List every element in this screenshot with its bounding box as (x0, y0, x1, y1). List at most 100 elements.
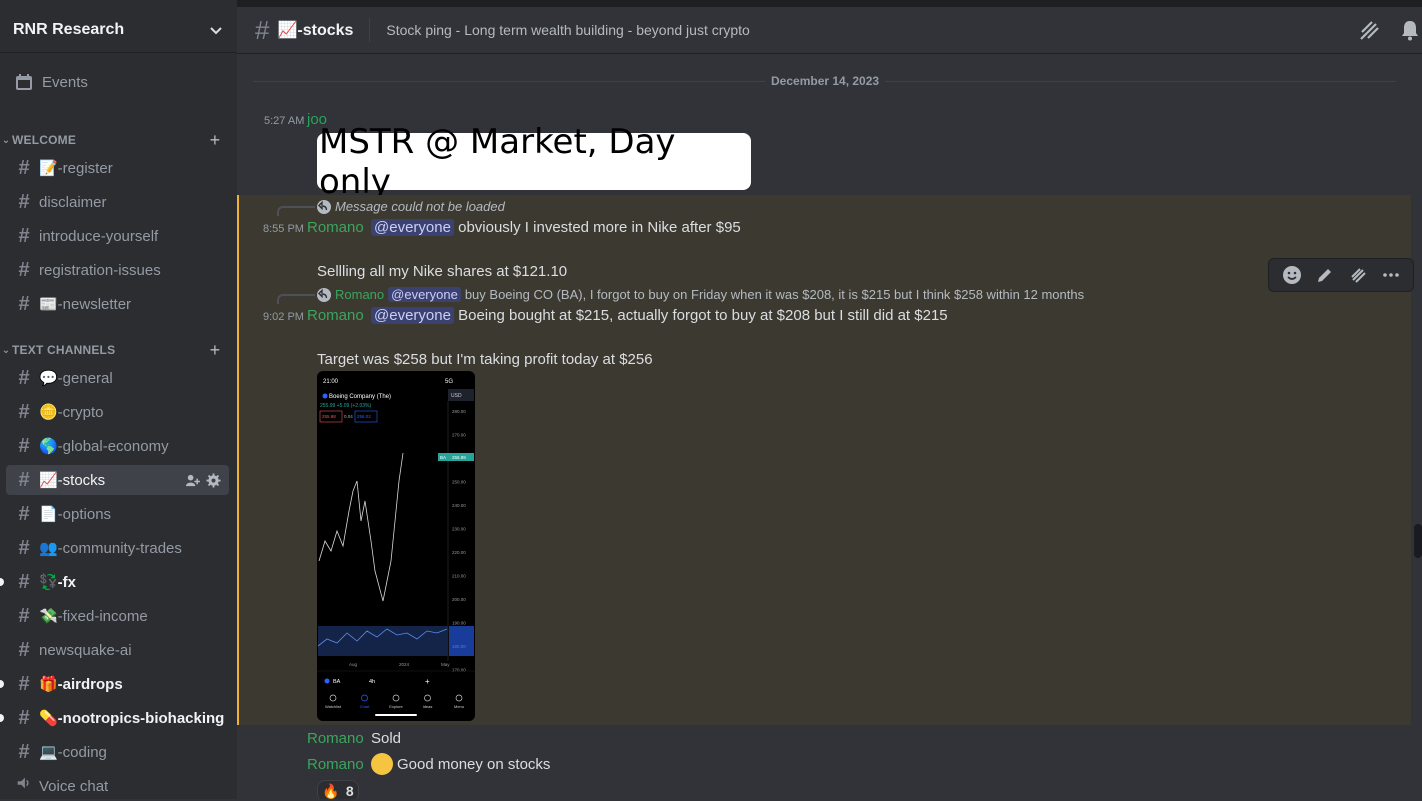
timestamp: 9:02 PM (263, 311, 304, 323)
price-tick-label: 210.00 (452, 574, 466, 579)
author-name[interactable]: Romano (307, 219, 364, 236)
channel-label: 📰-newsletter (39, 296, 132, 313)
scrollbar[interactable] (1414, 524, 1422, 558)
threads-icon[interactable] (1358, 18, 1382, 42)
hash-icon: # (18, 502, 30, 525)
channel-introduce-yourself[interactable]: # introduce-yourself (6, 221, 229, 251)
bottom-nav: Watchlist Chart Explore Ideas Menu (325, 694, 464, 709)
message-text: Good money on stocks (397, 755, 551, 773)
channel-label: 📈-stocks (39, 472, 106, 489)
price-tick-label: 280.00 (452, 409, 466, 414)
channel-disclaimer[interactable]: # disclaimer (6, 187, 229, 217)
channel-topic[interactable]: Stock ping - Long term wealth building -… (386, 22, 1358, 38)
discord-app: RNR Research Events ⌄ WELCOME + # 📝-regi… (0, 0, 1422, 799)
server-header[interactable]: RNR Research (0, 7, 237, 53)
time-axis: Aug 2024 May (349, 662, 450, 667)
reaction-fire[interactable]: 🔥 8 (317, 780, 359, 799)
status-time: 21:00 (323, 379, 339, 385)
channel-crypto[interactable]: # 🪙-crypto (6, 397, 229, 427)
author-name[interactable]: Romano (307, 756, 364, 773)
bottom-interval: 4h (369, 679, 375, 685)
channel-newsletter[interactable]: # 📰-newsletter (6, 289, 229, 319)
reply-preview[interactable]: Romano @everyone buy Boeing CO (BA), I f… (317, 287, 1084, 302)
more-icon[interactable] (1381, 265, 1401, 285)
hash-icon: # (18, 292, 30, 315)
hash-icon: # (18, 366, 30, 389)
message-text: Target was $258 but I'm taking profit to… (317, 351, 653, 368)
category-text-channels[interactable]: ⌄ TEXT CHANNELS + (0, 340, 237, 360)
reply-text: Message could not be loaded (335, 199, 505, 214)
emoji-icon[interactable] (1282, 265, 1302, 285)
events-item[interactable]: Events (8, 66, 229, 98)
hash-icon: # (18, 570, 30, 593)
channel-label: 👥-community-trades (39, 540, 182, 557)
nav-icon (455, 694, 463, 702)
timestamp: 8:55 PM (263, 223, 304, 235)
channel-airdrops[interactable]: # 🎁-airdrops (6, 669, 229, 699)
price-tick-label: 270.00 (452, 433, 466, 438)
channel-label: newsquake-ai (39, 641, 132, 659)
unread-indicator (0, 714, 4, 722)
nav-label: Chart (360, 704, 371, 709)
channel-label: 🎁-airdrops (39, 676, 123, 693)
mention[interactable]: @everyone (371, 307, 454, 324)
reaction-count: 8 (345, 783, 354, 799)
channel-label: disclaimer (39, 193, 107, 211)
price-tick-label: 200.00 (452, 597, 466, 602)
message-image-card[interactable]: MSTR @ Market, Day only (317, 122, 751, 202)
nav-icon (424, 694, 431, 702)
channel-coding[interactable]: # 💻-coding (6, 737, 229, 767)
channel-options[interactable]: # 📄-options (6, 499, 229, 529)
channel-fixed-income[interactable]: # 💸-fixed-income (6, 601, 229, 631)
channel-voice-chat[interactable]: Voice chat (6, 771, 229, 801)
hash-icon: # (18, 740, 30, 763)
hash-icon: # (18, 434, 30, 457)
message-list: December 14, 2023 5:27 AM joo MSTR @ Mar… (237, 54, 1422, 799)
edit-icon[interactable] (1315, 265, 1335, 285)
channel-stocks[interactable]: # 📈-stocks (6, 465, 229, 495)
caret-down-icon: ⌄ (1, 134, 11, 146)
thread-icon[interactable] (1348, 265, 1368, 285)
money-face-emoji-icon (371, 753, 393, 775)
category-welcome[interactable]: ⌄ WELCOME + (0, 130, 237, 150)
mention-highlight-bar (237, 195, 239, 725)
invite-member-icon[interactable] (185, 473, 200, 488)
reply-preview[interactable]: Message could not be loaded (317, 199, 505, 214)
hash-icon: # (18, 258, 30, 281)
hash-icon: # (18, 224, 30, 247)
channel-register[interactable]: # 📝-register (6, 153, 229, 183)
channel-label: 📝-register (39, 160, 113, 177)
channel-label: 🌎-global-economy (39, 438, 169, 455)
price-tick-label: 220.00 (452, 550, 466, 555)
add-channel-icon[interactable]: + (205, 340, 225, 361)
channel-community-trades[interactable]: # 👥-community-trades (6, 533, 229, 563)
message-content: @everyone Boeing bought at $215, actuall… (371, 307, 948, 324)
bid-price: 255.98 (322, 414, 336, 419)
unread-indicator (0, 680, 4, 688)
message-text: obviously I invested more in Nike after … (458, 219, 741, 236)
chart-screenshot-attachment[interactable]: 21:00 5G Boeing Company (The) 255.99 +5.… (317, 371, 475, 721)
channel-registration-issues[interactable]: # registration-issues (6, 255, 229, 285)
channel-nootropics-biohacking[interactable]: # 💊-nootropics-biohacking (6, 703, 229, 733)
author-name[interactable]: Romano (307, 730, 364, 747)
gear-icon[interactable] (206, 472, 221, 488)
hash-icon: # (18, 604, 30, 627)
channel-newsquake-ai[interactable]: # newsquake-ai (6, 635, 229, 665)
author-name[interactable]: Romano (307, 307, 364, 324)
channel-label: Voice chat (39, 777, 109, 795)
spread: 0.04 (344, 414, 353, 419)
hash-icon: # (18, 190, 30, 213)
price-tick-label: 170.00 (452, 668, 466, 673)
status-network: 5G (445, 379, 453, 385)
nav-label: Explore (389, 704, 403, 709)
message-content: @everyone obviously I invested more in N… (371, 219, 741, 236)
add-channel-icon[interactable]: + (205, 130, 225, 151)
channel-general[interactable]: # 💬-general (6, 363, 229, 393)
channel-global-economy[interactable]: # 🌎-global-economy (6, 431, 229, 461)
mention[interactable]: @everyone (371, 219, 454, 236)
message-text: Sold (371, 730, 402, 747)
channel-fx[interactable]: # 💱-fx (6, 567, 229, 597)
bell-icon[interactable] (1398, 18, 1422, 42)
channel-label: introduce-yourself (39, 227, 159, 245)
chart-title: Boeing Company (The) (329, 394, 391, 400)
